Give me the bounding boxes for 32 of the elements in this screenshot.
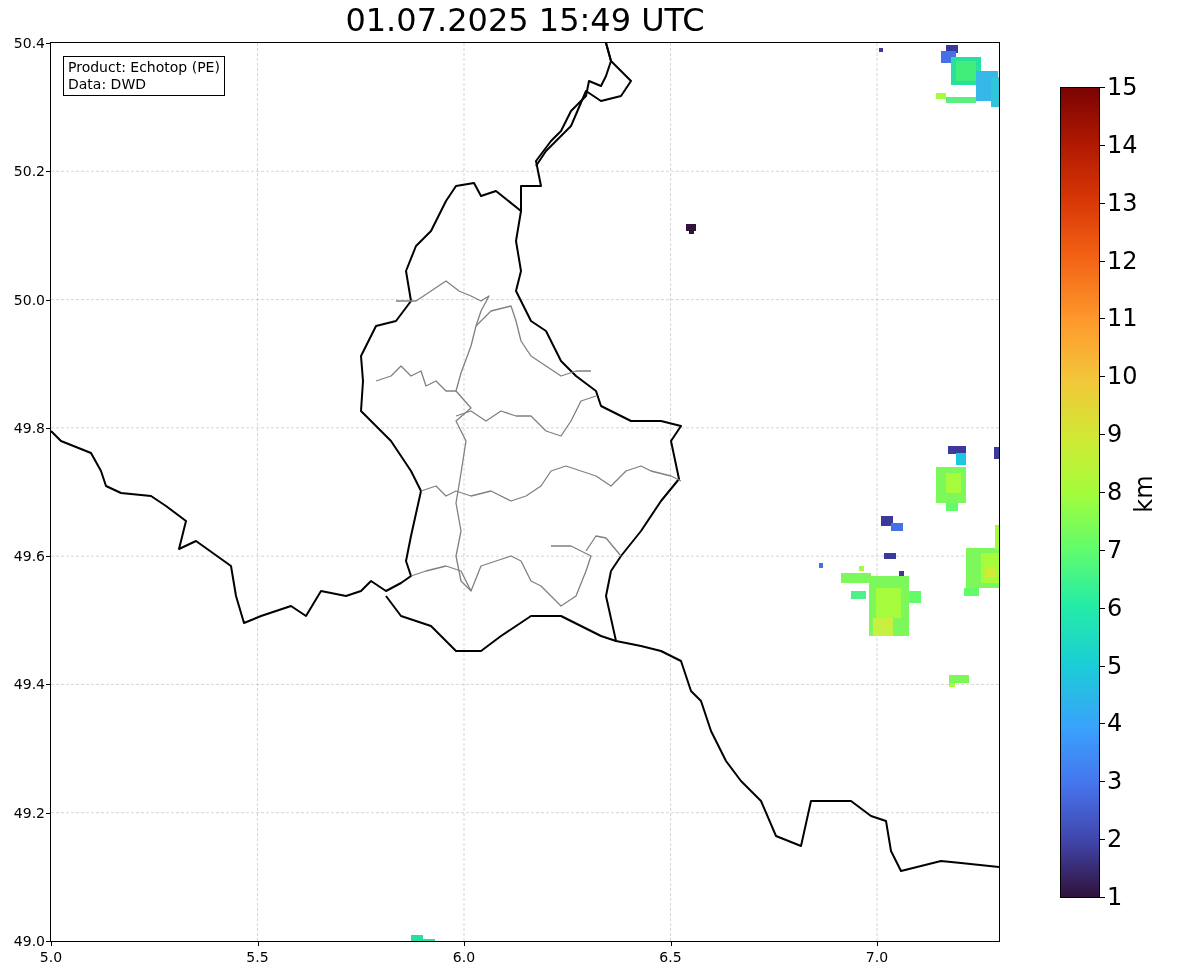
axis-tick-label: 5.5	[246, 949, 269, 965]
colorbar-tick-label: 10	[1107, 362, 1138, 391]
colorbar-tick-label: 4	[1107, 709, 1123, 738]
axis-tick-label: 50.0	[13, 291, 45, 308]
axis-tick-label: 49.8	[13, 419, 45, 436]
colorbar-tick-label: 2	[1107, 825, 1123, 854]
colorbar-tick-label: 15	[1107, 73, 1138, 101]
axis-tick-label: 7.0	[865, 949, 889, 965]
legend-text: Data: DWD	[68, 76, 147, 93]
axis-tick-label: 49.0	[13, 933, 45, 949]
colorbar-tick-label: 8	[1107, 478, 1123, 506]
axis-tick-label: 50.4	[13, 35, 45, 51]
axis-tick-label: 6.5	[659, 949, 682, 965]
legend-text: Product: Echotop (PE)	[68, 59, 220, 76]
colorbar-tick-label: 11	[1107, 304, 1138, 333]
colorbar-tick-label: 12	[1107, 246, 1138, 275]
axis-tick-label: 49.4	[13, 676, 45, 693]
colorbar-tick-label: 3	[1107, 767, 1123, 796]
colorbar-unit-label: km	[1130, 475, 1158, 513]
chart-title: 01.07.2025 15:49 UTC	[345, 0, 705, 41]
axis-tick-label: 49.6	[13, 548, 45, 565]
colorbar-tick-label: 1	[1107, 883, 1123, 911]
colorbar-tick-label: 6	[1107, 593, 1123, 622]
colorbar-tick-label: 7	[1107, 535, 1123, 564]
axis-tick-label: 5.0	[39, 949, 63, 965]
colorbar-tick-label: 5	[1107, 651, 1123, 680]
colorbar-tick-label: 9	[1107, 420, 1123, 449]
axis-tick-label: 50.2	[13, 163, 45, 180]
axis-tick-label: 6.0	[452, 949, 476, 965]
axis-tick-label: 49.2	[13, 804, 45, 821]
colorbar-tick-label: 13	[1107, 188, 1138, 217]
colorbar-tick-label: 14	[1107, 130, 1138, 159]
